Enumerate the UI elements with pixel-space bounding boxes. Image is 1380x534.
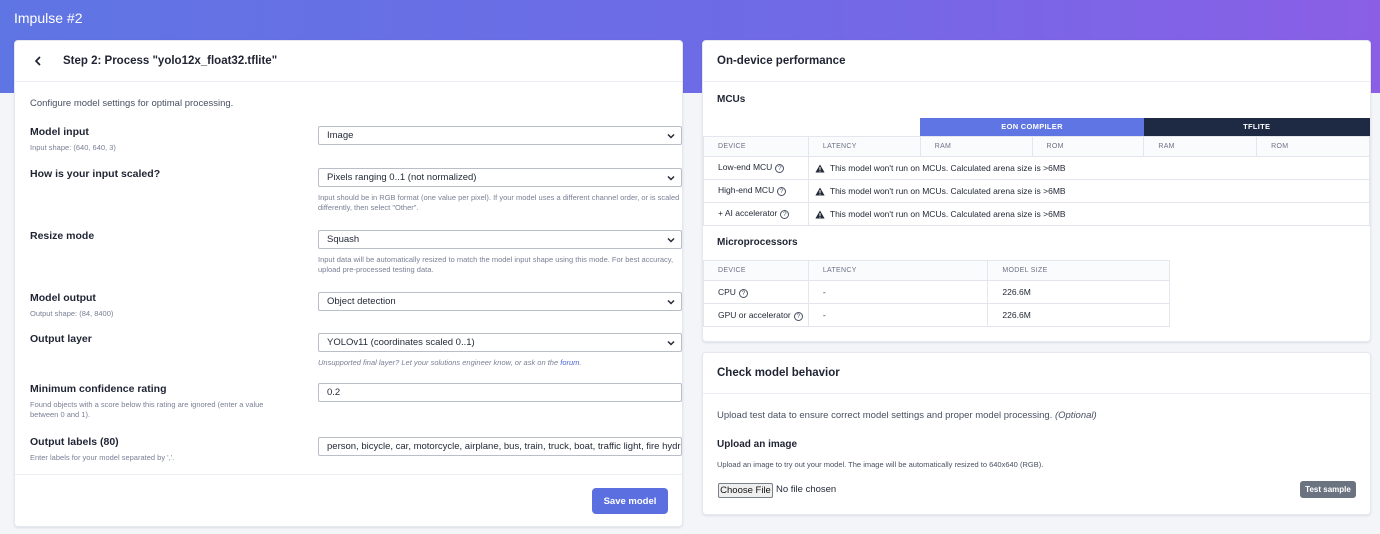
col-eon-ram: RAM: [919, 135, 1033, 157]
table-row: + AI accelerator? This model won't run o…: [703, 201, 1371, 226]
device-cell: Low-end MCU?: [703, 155, 809, 180]
output-layer-select[interactable]: YOLOv11 (coordinates scaled 0..1): [318, 333, 682, 352]
tflite-header: TFLITE: [1143, 118, 1370, 136]
output-layer-hint-text: Unsupported final layer? Let your soluti…: [318, 358, 561, 367]
model-input-shape: Input shape: (640, 640, 3): [30, 143, 116, 152]
size-cell: 226.6M: [987, 303, 1170, 327]
col-device: DEVICE: [703, 135, 809, 157]
chevron-down-icon: [667, 299, 675, 305]
check-card-header: Check model behavior: [703, 353, 1370, 394]
chevron-down-icon: [667, 175, 675, 181]
check-description: Upload test data to ensure correct model…: [717, 410, 1097, 421]
help-icon[interactable]: ?: [793, 311, 803, 321]
resize-mode-value: Squash: [327, 234, 360, 245]
col-tflite-rom: ROM: [1256, 135, 1370, 157]
model-input-value: Image: [327, 130, 354, 141]
col-latency: LATENCY: [807, 135, 921, 157]
model-input-select[interactable]: Image: [318, 126, 682, 145]
device-cell: GPU or accelerator?: [703, 303, 809, 327]
output-labels-help: Enter labels for your model separated by…: [30, 453, 175, 462]
help-icon[interactable]: ?: [775, 164, 785, 173]
resize-mode-hint: Input data will be automatically resized…: [318, 255, 674, 274]
output-labels-input[interactable]: person, bicycle, car, motorcycle, airpla…: [318, 437, 682, 456]
help-icon[interactable]: ?: [777, 187, 787, 196]
eon-compiler-header: EON COMPILER: [920, 118, 1144, 136]
warning-icon: [815, 164, 825, 172]
size-cell: 226.6M: [987, 280, 1170, 304]
process-card-title: Step 2: Process "yolo12x_float32.tflite": [63, 55, 278, 67]
model-input-label: Model input: [30, 126, 89, 138]
microprocessors-title: Microprocessors: [717, 237, 798, 248]
output-layer-hint-suffix: .: [579, 358, 582, 367]
mcus-title: MCUs: [717, 94, 746, 105]
microprocessors-table: DEVICE LATENCY MODEL SIZE CPU? - 226.6M …: [703, 260, 1170, 327]
table-row: High-end MCU? This model won't run on MC…: [703, 178, 1371, 203]
no-file-label: No file chosen: [776, 484, 837, 495]
process-lead-text: Configure model settings for optimal pro…: [30, 98, 234, 109]
choose-file-button[interactable]: Choose File: [718, 483, 773, 498]
table-row: CPU? - 226.6M: [703, 280, 1170, 304]
min-confidence-input[interactable]: 0.2: [318, 383, 682, 402]
back-button[interactable]: [29, 52, 47, 70]
chevron-left-icon: [35, 56, 41, 66]
performance-card: On-device performance MCUs EON COMPILER …: [702, 40, 1371, 342]
model-output-select[interactable]: Object detection: [318, 292, 682, 311]
min-confidence-help: Found objects with a score below this ra…: [30, 400, 264, 419]
col-model-size: MODEL SIZE: [987, 260, 1170, 281]
chevron-down-icon: [667, 133, 675, 139]
input-scaling-value: Pixels ranging 0..1 (not normalized): [327, 172, 477, 183]
compiler-spacer: [703, 118, 921, 136]
input-scaling-hint: Input should be in RGB format (one value…: [318, 193, 680, 212]
model-output-label: Model output: [30, 292, 96, 304]
model-output-shape: Output shape: (84, 8400): [30, 309, 114, 318]
warning-cell: This model won't run on MCUs. Calculated…: [807, 201, 1371, 226]
upload-description: Upload an image to try out your model. T…: [717, 460, 1044, 469]
col-eon-rom: ROM: [1031, 135, 1145, 157]
device-cell: + AI accelerator?: [703, 201, 809, 226]
warning-icon: [815, 210, 825, 218]
chevron-down-icon: [667, 237, 675, 243]
save-model-button[interactable]: Save model: [592, 488, 668, 514]
help-icon[interactable]: ?: [738, 288, 748, 298]
form-divider: [15, 474, 684, 475]
impulse-title: Impulse #2: [14, 10, 83, 26]
warning-cell: This model won't run on MCUs. Calculated…: [807, 155, 1371, 180]
process-card-header: Step 2: Process "yolo12x_float32.tflite": [15, 41, 682, 82]
model-output-value: Object detection: [327, 296, 396, 307]
col-latency: LATENCY: [807, 260, 989, 281]
test-sample-button[interactable]: Test sample: [1300, 481, 1356, 498]
table-row: GPU or accelerator? - 226.6M: [703, 303, 1170, 327]
warning-cell: This model won't run on MCUs. Calculated…: [807, 178, 1371, 203]
latency-cell: -: [807, 303, 989, 327]
forum-link[interactable]: forum: [560, 358, 579, 367]
col-device: DEVICE: [703, 260, 809, 281]
input-scaling-select[interactable]: Pixels ranging 0..1 (not normalized): [318, 168, 682, 187]
output-layer-label: Output layer: [30, 333, 92, 345]
compiler-header-row: EON COMPILER TFLITE: [703, 118, 1370, 136]
upload-title: Upload an image: [717, 439, 798, 450]
optional-tag: (Optional): [1054, 410, 1097, 421]
performance-card-header: On-device performance: [703, 41, 1370, 82]
table-row: Low-end MCU? This model won't run on MCU…: [703, 155, 1371, 180]
mcu-table: EON COMPILER TFLITE DEVICE LATENCY RAM R…: [703, 118, 1371, 226]
device-cell: CPU?: [703, 280, 809, 304]
min-confidence-label: Minimum confidence rating: [30, 383, 167, 395]
output-labels-label: Output labels (80): [30, 436, 119, 448]
input-scaling-label: How is your input scaled?: [30, 168, 161, 180]
output-layer-hint: Unsupported final layer? Let your soluti…: [318, 358, 682, 368]
device-cell: High-end MCU?: [703, 178, 809, 203]
process-card: Step 2: Process "yolo12x_float32.tflite"…: [14, 40, 684, 527]
chevron-down-icon: [667, 340, 675, 346]
col-tflite-ram: RAM: [1143, 135, 1258, 157]
latency-cell: -: [807, 280, 989, 304]
help-icon[interactable]: ?: [780, 210, 790, 219]
mp-column-header-row: DEVICE LATENCY MODEL SIZE: [703, 260, 1170, 281]
check-model-card: Check model behavior Upload test data to…: [702, 352, 1371, 515]
resize-mode-label: Resize mode: [30, 230, 95, 242]
resize-mode-select[interactable]: Squash: [318, 230, 682, 249]
output-layer-value: YOLOv11 (coordinates scaled 0..1): [327, 337, 475, 348]
mcu-column-header-row: DEVICE LATENCY RAM ROM RAM ROM: [703, 135, 1370, 157]
warning-icon: [815, 187, 825, 195]
